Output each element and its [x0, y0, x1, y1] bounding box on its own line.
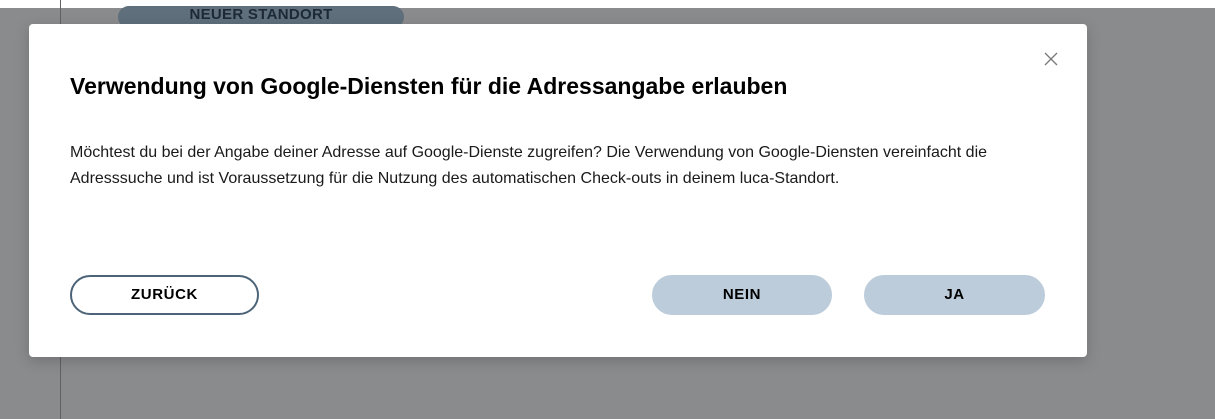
close-icon: [1044, 52, 1058, 66]
back-button[interactable]: ZURÜCK: [70, 275, 259, 315]
close-button[interactable]: [1039, 47, 1063, 71]
dialog-title: Verwendung von Google-Diensten für die A…: [70, 73, 788, 99]
google-services-dialog: Verwendung von Google-Diensten für die A…: [29, 24, 1087, 357]
background-new-location-label: NEUER STANDORT: [189, 6, 333, 23]
no-button[interactable]: NEIN: [652, 275, 832, 315]
dialog-body-text: Möchtest du bei der Angabe deiner Adress…: [70, 144, 988, 187]
yes-button[interactable]: JA: [864, 275, 1045, 315]
